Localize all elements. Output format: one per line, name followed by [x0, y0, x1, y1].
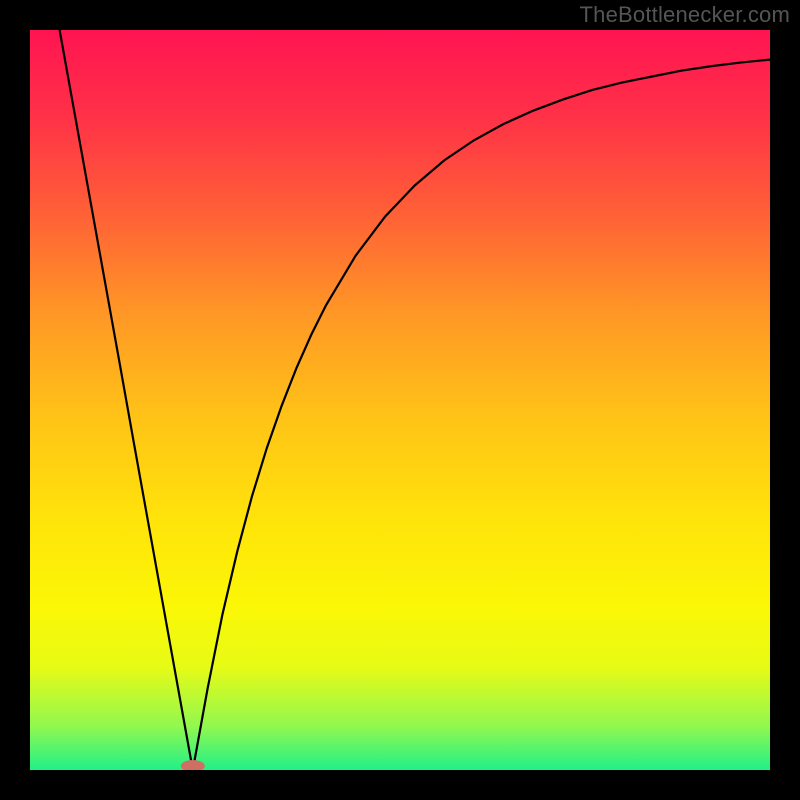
chart-frame: TheBottlenecker.com [0, 0, 800, 800]
gradient-background [30, 30, 770, 770]
watermark-label: TheBottlenecker.com [580, 2, 790, 28]
bottleneck-plot [30, 30, 770, 770]
